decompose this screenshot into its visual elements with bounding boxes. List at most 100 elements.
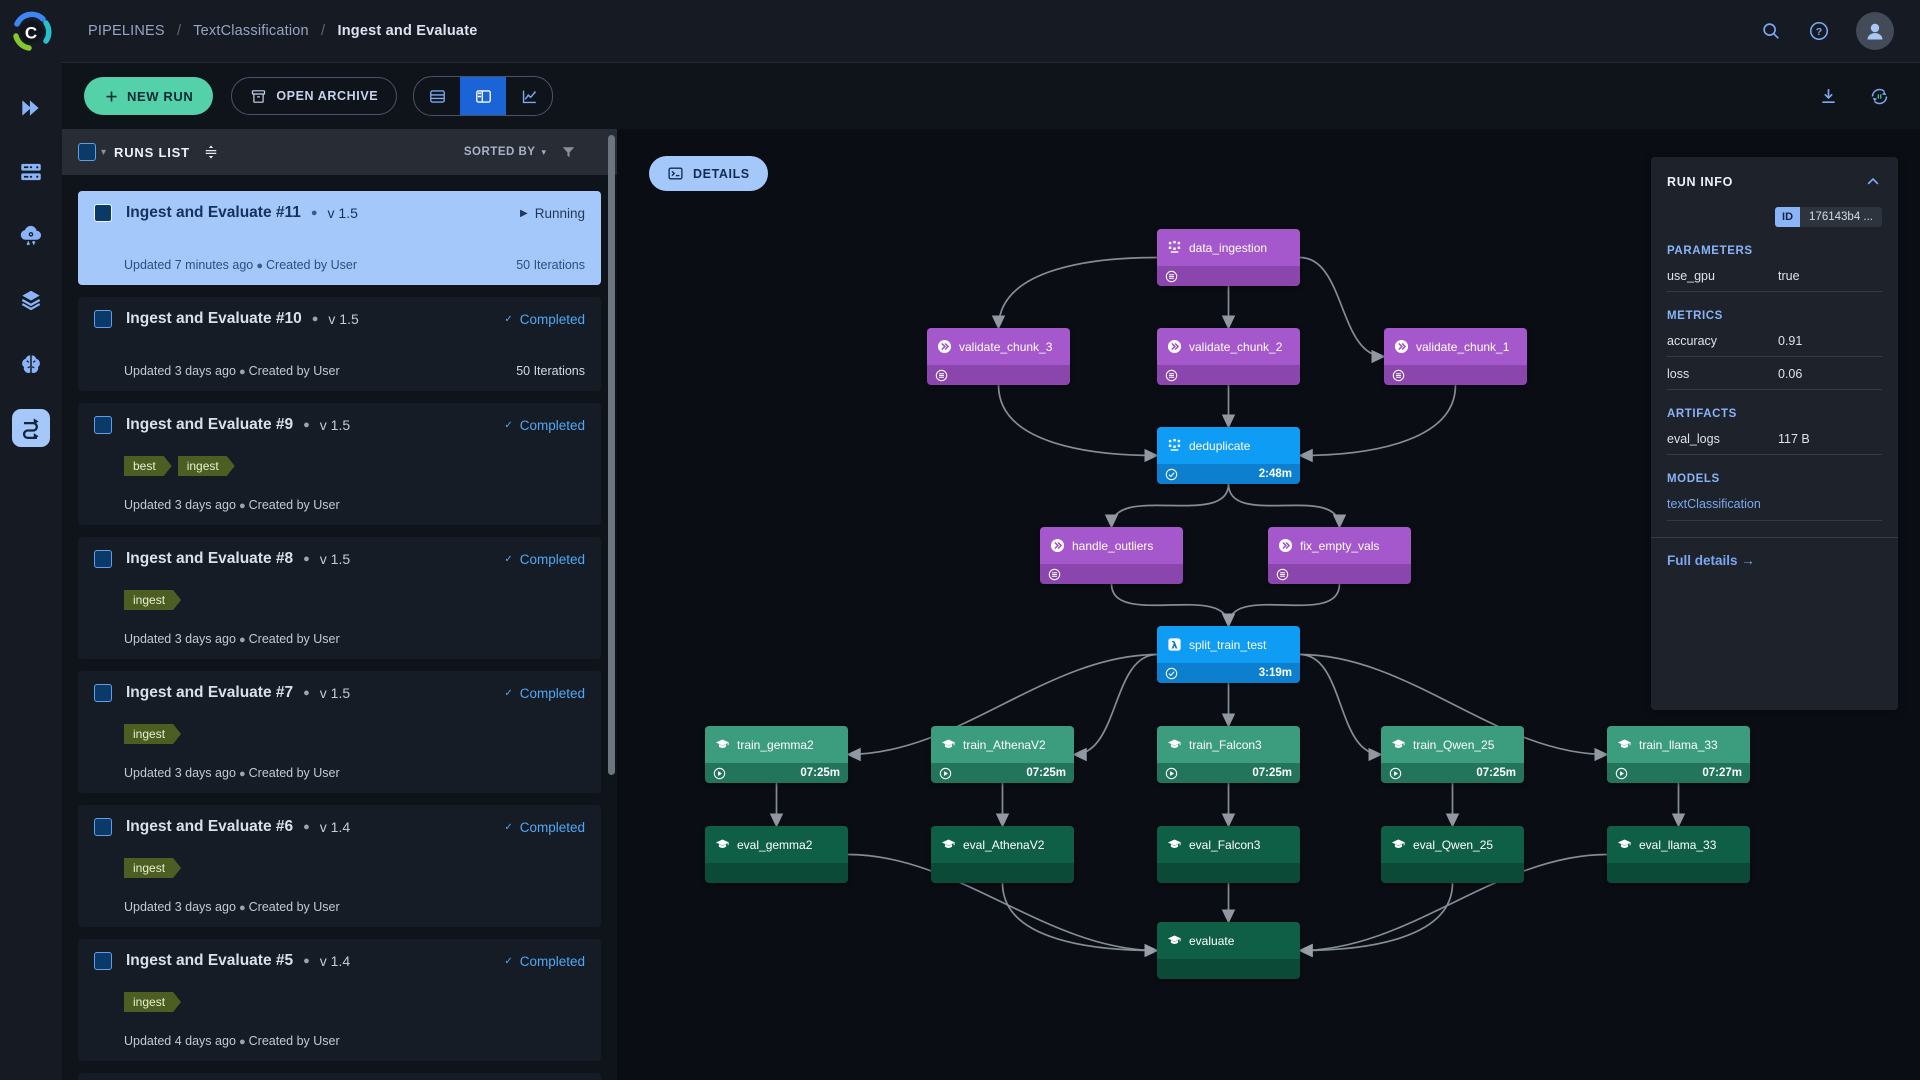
runs-list-scrollbar[interactable] <box>608 135 615 775</box>
run-list-item[interactable]: Ingest and Evaluate #9 ● v 1.5 ✓ Complet… <box>78 403 601 525</box>
run-tags: ingest <box>94 590 585 610</box>
node-label: train_Qwen_25 <box>1413 737 1495 752</box>
run-checkbox[interactable] <box>94 684 112 702</box>
sidebar-item-projects[interactable] <box>12 89 50 127</box>
dag-node-train_Falcon3[interactable]: train_Falcon3 07:25m <box>1157 726 1300 783</box>
dag-node-eval_llama_33[interactable]: eval_llama_33 <box>1607 826 1750 883</box>
dag-node-train_Qwen_25[interactable]: train_Qwen_25 07:25m <box>1381 726 1524 783</box>
run-iterations: 50 Iterations <box>516 258 585 272</box>
dag-node-eval_Qwen_25[interactable]: eval_Qwen_25 <box>1381 826 1524 883</box>
node-type-icon <box>715 737 730 752</box>
run-status: ✓ Completed <box>504 686 585 701</box>
search-icon[interactable] <box>1760 20 1782 42</box>
run-version: v 1.4 <box>319 819 351 835</box>
run-checkbox[interactable] <box>94 952 112 970</box>
sidebar-item-workers-queues[interactable] <box>12 153 50 191</box>
pipeline-dag-canvas[interactable]: DETAILS data_ingestion validate_chunk_3 <box>617 129 1920 1080</box>
run-tag: ingest <box>124 992 181 1012</box>
sidebar-item-pipelines[interactable] <box>12 409 50 447</box>
run-created-by: Created by User <box>248 498 340 512</box>
dag-node-evaluate[interactable]: evaluate <box>1157 922 1300 979</box>
run-status-label: Completed <box>519 311 585 327</box>
dag-node-train_AthenaV2[interactable]: train_AthenaV2 07:25m <box>931 726 1074 783</box>
full-details-link[interactable]: Full details → <box>1651 537 1898 583</box>
dag-node-eval_AthenaV2[interactable]: eval_AthenaV2 <box>931 826 1074 883</box>
run-checkbox[interactable] <box>94 204 112 222</box>
run-title: Ingest and Evaluate #5 <box>126 952 294 969</box>
dag-node-handle_outliers[interactable]: handle_outliers <box>1040 527 1183 584</box>
model-link[interactable]: textClassification <box>1667 487 1882 521</box>
run-list-item[interactable]: Ingest and Evaluate #8 ● v 1.5 ✓ Complet… <box>78 537 601 659</box>
run-tags: best ingest <box>94 456 585 476</box>
breadcrumb-current: Ingest and Evaluate <box>337 23 478 39</box>
split-view-toggle[interactable] <box>460 77 507 115</box>
node-type-icon <box>941 737 956 752</box>
node-status-icon <box>939 767 952 780</box>
select-all-checkbox[interactable] <box>78 143 96 161</box>
help-icon[interactable] <box>1808 20 1830 42</box>
node-label: deduplicate <box>1189 438 1251 453</box>
info-row: loss 0.06 <box>1667 357 1882 390</box>
run-created-by: Created by User <box>248 632 340 646</box>
row-density-icon[interactable] <box>202 143 220 161</box>
auto-refresh-icon[interactable] <box>1869 86 1890 107</box>
run-checkbox[interactable] <box>94 310 112 328</box>
dag-node-deduplicate[interactable]: deduplicate 2:48m <box>1157 427 1300 484</box>
run-checkbox[interactable] <box>94 416 112 434</box>
dag-node-fix_empty_vals[interactable]: fix_empty_vals <box>1268 527 1411 584</box>
details-button[interactable]: DETAILS <box>649 156 768 191</box>
run-checkbox[interactable] <box>94 550 112 568</box>
run-checkbox[interactable] <box>94 818 112 836</box>
dag-node-eval_gemma2[interactable]: eval_gemma2 <box>705 826 848 883</box>
run-status-icon: ✓ <box>504 955 513 967</box>
id-badge[interactable]: ID <box>1775 207 1801 227</box>
dag-node-split_train_test[interactable]: split_train_test 3:19m <box>1157 626 1300 683</box>
dag-node-train_llama_33[interactable]: train_llama_33 07:27m <box>1607 726 1750 783</box>
run-list-item[interactable]: Ingest and Evaluate #10 ● v 1.5 ✓ Comple… <box>78 297 601 391</box>
user-avatar[interactable] <box>1856 12 1894 50</box>
node-status-icon <box>1165 369 1178 382</box>
dag-node-eval_Falcon3[interactable]: eval_Falcon3 <box>1157 826 1300 883</box>
table-view-toggle[interactable] <box>414 77 460 115</box>
dag-edge <box>1299 256 1386 364</box>
run-list-item[interactable]: Ingest and Evaluate #4 ● v 1.4 ✓ Complet… <box>78 1073 601 1080</box>
open-archive-button[interactable]: OPEN ARCHIVE <box>231 77 398 115</box>
run-list-item[interactable]: Ingest and Evaluate #7 ● v 1.5 ✓ Complet… <box>78 671 601 793</box>
run-version: v 1.5 <box>328 311 359 327</box>
chart-view-toggle[interactable] <box>506 77 552 115</box>
dag-node-validate_chunk_1[interactable]: validate_chunk_1 <box>1384 328 1527 385</box>
run-status-label: Running <box>534 205 585 221</box>
run-status-icon: ✓ <box>504 419 513 431</box>
breadcrumb-pipelines[interactable]: PIPELINES <box>88 23 165 39</box>
metrics-section-title: METRICS <box>1667 310 1723 322</box>
run-list-item[interactable]: Ingest and Evaluate #5 ● v 1.4 ✓ Complet… <box>78 939 601 1061</box>
clearml-logo[interactable]: C <box>0 0 62 63</box>
node-label: train_Falcon3 <box>1189 737 1262 752</box>
info-row: use_gpu true <box>1667 259 1882 292</box>
details-label: DETAILS <box>693 166 750 181</box>
filter-icon[interactable] <box>560 144 577 161</box>
node-time: 07:25m <box>1252 767 1292 779</box>
dag-node-train_gemma2[interactable]: train_gemma2 07:25m <box>705 726 848 783</box>
new-run-button[interactable]: NEW RUN <box>84 77 214 115</box>
select-all-caret-icon[interactable]: ▾ <box>101 147 106 158</box>
run-updated-created: Updated 7 minutes ago ● Created by User <box>124 258 357 272</box>
collapse-panel-icon[interactable] <box>1864 173 1882 191</box>
workers-icon <box>18 159 44 185</box>
dag-node-validate_chunk_2[interactable]: validate_chunk_2 <box>1157 328 1300 385</box>
download-icon[interactable] <box>1818 86 1839 107</box>
dag-node-data_ingestion[interactable]: data_ingestion <box>1157 229 1300 286</box>
sidebar-item-applications[interactable] <box>12 217 50 255</box>
sorted-by-caret-icon[interactable]: ▾ <box>541 147 546 158</box>
node-time: 07:25m <box>1026 767 1066 779</box>
view-toggle-group <box>413 76 554 116</box>
sidebar-item-datasets[interactable] <box>12 281 50 319</box>
breadcrumb-project[interactable]: TextClassification <box>193 23 309 39</box>
run-list-item[interactable]: Ingest and Evaluate #11 ● v 1.5 ▶ Runnin… <box>78 191 601 285</box>
dag-node-validate_chunk_3[interactable]: validate_chunk_3 <box>927 328 1070 385</box>
run-list-item[interactable]: Ingest and Evaluate #6 ● v 1.4 ✓ Complet… <box>78 805 601 927</box>
sorted-by-button[interactable]: SORTED BY <box>464 146 536 158</box>
node-status-icon <box>713 767 726 780</box>
run-id-chip[interactable]: ID 176143b4 ... <box>1667 207 1882 227</box>
sidebar-item-models[interactable] <box>12 345 50 383</box>
